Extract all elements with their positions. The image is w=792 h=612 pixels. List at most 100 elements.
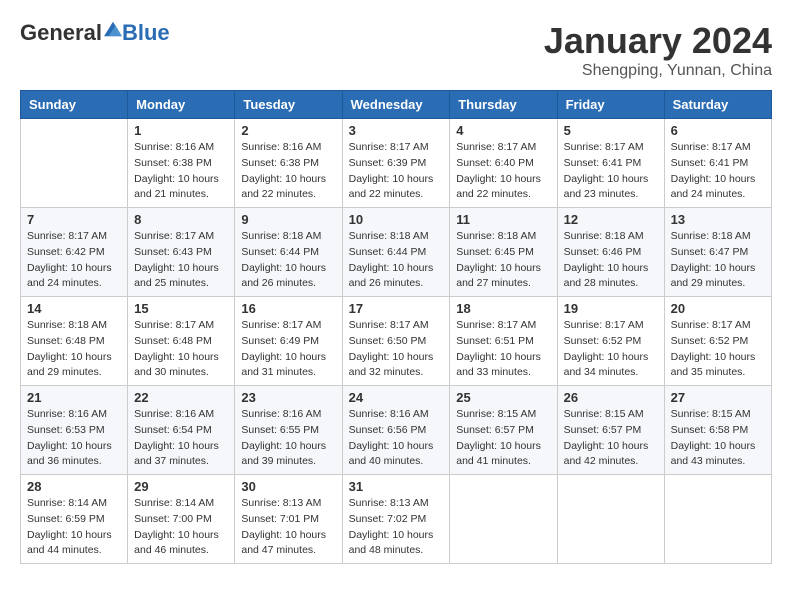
calendar-cell: 30Sunrise: 8:13 AMSunset: 7:01 PMDayligh… xyxy=(235,475,342,564)
day-number: 7 xyxy=(27,212,121,227)
calendar-cell: 21Sunrise: 8:16 AMSunset: 6:53 PMDayligh… xyxy=(21,386,128,475)
calendar-cell xyxy=(21,119,128,208)
day-number: 1 xyxy=(134,123,228,138)
calendar-header-thursday: Thursday xyxy=(450,91,557,119)
day-info: Sunrise: 8:18 AMSunset: 6:47 PMDaylight:… xyxy=(671,229,765,292)
calendar-cell: 25 Sunrise: 8:15 AMSunset: 6:57 PMDayligh… xyxy=(450,386,557,475)
calendar-cell: 18 Sunrise: 8:17 AMSunset: 6:51 PMDayligh… xyxy=(450,297,557,386)
day-number: 12 xyxy=(564,212,658,227)
calendar-cell: 26 Sunrise: 8:15 AMSunset: 6:57 PMDayligh… xyxy=(557,386,664,475)
day-number: 10 xyxy=(349,212,444,227)
day-number: 16 xyxy=(241,301,335,316)
day-info: Sunrise: 8:18 AMSunset: 6:44 PMDaylight:… xyxy=(349,229,444,292)
calendar-cell: 15 Sunrise: 8:17 AMSunset: 6:48 PMDayligh… xyxy=(128,297,235,386)
day-number: 31 xyxy=(349,479,444,494)
month-title: January 2024 xyxy=(544,20,772,62)
day-number: 27 xyxy=(671,390,765,405)
day-number: 13 xyxy=(671,212,765,227)
location: Shengping, Yunnan, China xyxy=(544,62,772,80)
day-info: Sunrise: 8:17 AMSunset: 6:43 PMDaylight:… xyxy=(134,229,228,292)
day-number: 28 xyxy=(27,479,121,494)
day-info: Sunrise: 8:17 AMSunset: 6:48 PMDaylight:… xyxy=(134,318,228,381)
calendar-week-row: 14 Sunrise: 8:18 AMSunset: 6:48 PMDayligh… xyxy=(21,297,772,386)
day-info: Sunrise: 8:16 AMSunset: 6:38 PMDaylight:… xyxy=(134,140,228,203)
calendar-week-row: 7 Sunrise: 8:17 AMSunset: 6:42 PMDaylight… xyxy=(21,208,772,297)
calendar-header-friday: Friday xyxy=(557,91,664,119)
day-info: Sunrise: 8:16 AMSunset: 6:53 PMDaylight:… xyxy=(27,407,121,470)
day-number: 6 xyxy=(671,123,765,138)
calendar-cell: 17 Sunrise: 8:17 AMSunset: 6:50 PMDayligh… xyxy=(342,297,450,386)
calendar-header-monday: Monday xyxy=(128,91,235,119)
calendar-cell: 24Sunrise: 8:16 AMSunset: 6:56 PMDayligh… xyxy=(342,386,450,475)
calendar-cell: 23Sunrise: 8:16 AMSunset: 6:55 PMDayligh… xyxy=(235,386,342,475)
day-number: 17 xyxy=(349,301,444,316)
calendar-cell: 28 Sunrise: 8:14 AMSunset: 6:59 PMDayligh… xyxy=(21,475,128,564)
day-info: Sunrise: 8:16 AMSunset: 6:56 PMDaylight:… xyxy=(349,407,444,470)
logo: General Blue xyxy=(20,20,170,46)
calendar-cell: 16 Sunrise: 8:17 AMSunset: 6:49 PMDayligh… xyxy=(235,297,342,386)
day-number: 3 xyxy=(349,123,444,138)
day-info: Sunrise: 8:18 AMSunset: 6:48 PMDaylight:… xyxy=(27,318,121,381)
calendar-header-sunday: Sunday xyxy=(21,91,128,119)
calendar-cell: 19 Sunrise: 8:17 AMSunset: 6:52 PMDayligh… xyxy=(557,297,664,386)
calendar-cell: 2Sunrise: 8:16 AMSunset: 6:38 PMDaylight… xyxy=(235,119,342,208)
day-number: 26 xyxy=(564,390,658,405)
day-info: Sunrise: 8:18 AMSunset: 6:46 PMDaylight:… xyxy=(564,229,658,292)
day-number: 2 xyxy=(241,123,335,138)
day-info: Sunrise: 8:17 AMSunset: 6:52 PMDaylight:… xyxy=(564,318,658,381)
calendar-week-row: 1 Sunrise: 8:16 AMSunset: 6:38 PMDaylight… xyxy=(21,119,772,208)
calendar-cell: 5 Sunrise: 8:17 AMSunset: 6:41 PMDaylight… xyxy=(557,119,664,208)
calendar-cell xyxy=(557,475,664,564)
day-number: 5 xyxy=(564,123,658,138)
day-number: 25 xyxy=(456,390,550,405)
day-info: Sunrise: 8:15 AMSunset: 6:57 PMDaylight:… xyxy=(456,407,550,470)
calendar-cell: 27 Sunrise: 8:15 AMSunset: 6:58 PMDayligh… xyxy=(664,386,771,475)
calendar-cell xyxy=(450,475,557,564)
calendar-table: SundayMondayTuesdayWednesdayThursdayFrid… xyxy=(20,90,772,564)
day-number: 4 xyxy=(456,123,550,138)
day-number: 11 xyxy=(456,212,550,227)
day-info: Sunrise: 8:17 AMSunset: 6:51 PMDaylight:… xyxy=(456,318,550,381)
calendar-cell: 10 Sunrise: 8:18 AMSunset: 6:44 PMDayligh… xyxy=(342,208,450,297)
logo-blue: Blue xyxy=(122,20,170,46)
day-info: Sunrise: 8:18 AMSunset: 6:44 PMDaylight:… xyxy=(241,229,335,292)
day-info: Sunrise: 8:17 AMSunset: 6:40 PMDaylight:… xyxy=(456,140,550,203)
calendar-cell: 22 Sunrise: 8:16 AMSunset: 6:54 PMDayligh… xyxy=(128,386,235,475)
day-number: 29 xyxy=(134,479,228,494)
calendar-cell: 14 Sunrise: 8:18 AMSunset: 6:48 PMDayligh… xyxy=(21,297,128,386)
day-info: Sunrise: 8:17 AMSunset: 6:42 PMDaylight:… xyxy=(27,229,121,292)
day-info: Sunrise: 8:15 AMSunset: 6:58 PMDaylight:… xyxy=(671,407,765,470)
calendar-cell xyxy=(664,475,771,564)
calendar-cell: 1 Sunrise: 8:16 AMSunset: 6:38 PMDaylight… xyxy=(128,119,235,208)
day-info: Sunrise: 8:16 AMSunset: 6:54 PMDaylight:… xyxy=(134,407,228,470)
calendar-cell: 11 Sunrise: 8:18 AMSunset: 6:45 PMDayligh… xyxy=(450,208,557,297)
day-info: Sunrise: 8:13 AMSunset: 7:02 PMDaylight:… xyxy=(349,496,444,559)
day-info: Sunrise: 8:17 AMSunset: 6:39 PMDaylight:… xyxy=(349,140,444,203)
calendar-cell: 13 Sunrise: 8:18 AMSunset: 6:47 PMDayligh… xyxy=(664,208,771,297)
calendar-cell: 6 Sunrise: 8:17 AMSunset: 6:41 PMDaylight… xyxy=(664,119,771,208)
title-block: January 2024 Shengping, Yunnan, China xyxy=(544,20,772,80)
day-number: 14 xyxy=(27,301,121,316)
calendar-week-row: 21Sunrise: 8:16 AMSunset: 6:53 PMDayligh… xyxy=(21,386,772,475)
day-number: 15 xyxy=(134,301,228,316)
day-info: Sunrise: 8:17 AMSunset: 6:41 PMDaylight:… xyxy=(671,140,765,203)
day-info: Sunrise: 8:15 AMSunset: 6:57 PMDaylight:… xyxy=(564,407,658,470)
day-number: 30 xyxy=(241,479,335,494)
day-info: Sunrise: 8:17 AMSunset: 6:49 PMDaylight:… xyxy=(241,318,335,381)
day-number: 18 xyxy=(456,301,550,316)
day-number: 8 xyxy=(134,212,228,227)
day-number: 23 xyxy=(241,390,335,405)
calendar-header-wednesday: Wednesday xyxy=(342,91,450,119)
day-info: Sunrise: 8:17 AMSunset: 6:41 PMDaylight:… xyxy=(564,140,658,203)
day-info: Sunrise: 8:14 AMSunset: 6:59 PMDaylight:… xyxy=(27,496,121,559)
day-number: 22 xyxy=(134,390,228,405)
logo-icon xyxy=(104,20,122,38)
calendar-cell: 29 Sunrise: 8:14 AMSunset: 7:00 PMDayligh… xyxy=(128,475,235,564)
day-number: 19 xyxy=(564,301,658,316)
day-number: 20 xyxy=(671,301,765,316)
day-info: Sunrise: 8:14 AMSunset: 7:00 PMDaylight:… xyxy=(134,496,228,559)
page-header: General Blue January 2024 Shengping, Yun… xyxy=(20,20,772,80)
day-info: Sunrise: 8:18 AMSunset: 6:45 PMDaylight:… xyxy=(456,229,550,292)
calendar-week-row: 28 Sunrise: 8:14 AMSunset: 6:59 PMDayligh… xyxy=(21,475,772,564)
day-info: Sunrise: 8:17 AMSunset: 6:50 PMDaylight:… xyxy=(349,318,444,381)
